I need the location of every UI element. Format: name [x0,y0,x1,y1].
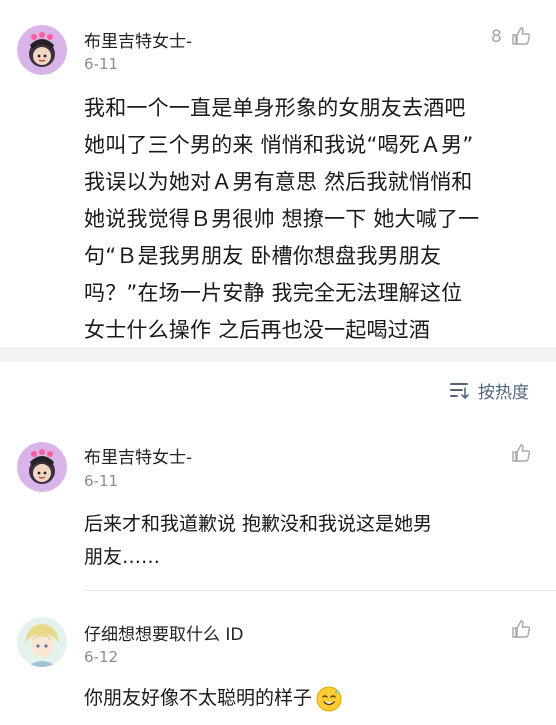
comment-avatar[interactable] [17,617,67,667]
avatar-image [17,25,67,75]
post-like-count[interactable]: 8 [491,27,502,47]
sort-by-hot-button[interactable]: 按热度 [448,376,529,404]
avatar-image [17,617,67,667]
sweat-smile-emoji-icon [316,686,342,711]
comment-body: 后来才和我道歉说 抱歉没和我说这是她男 朋友…… [84,513,433,568]
avatar-image [17,442,67,492]
comment-date: 6-11 [84,472,119,490]
comment-date: 6-12 [84,648,119,666]
comment-divider [84,590,556,591]
comment-text: 你朋友好像不太聪明的样子 [84,687,313,709]
avatar[interactable] [17,25,67,75]
thumbs-up-icon[interactable] [511,443,531,463]
main-post: 布里吉特女士- 6-11 8 我和一个一直是单身形象的女朋友去酒吧 她叫了三个男… [0,0,556,347]
comment-username[interactable]: 布里吉特女士- [84,443,192,468]
post-body: 我和一个一直是单身形象的女朋友去酒吧 她叫了三个男的来 悄悄和我说“喝死Ａ男” … [84,96,480,342]
post-username[interactable]: 布里吉特女士- [84,27,192,52]
section-divider [0,347,556,362]
thumbs-up-icon[interactable] [511,619,531,639]
comment-avatar[interactable] [17,442,67,492]
comment-username[interactable]: 仔细想想要取什么 ID [84,620,244,645]
sort-label: 按热度 [478,382,529,403]
thumbs-up-icon[interactable] [511,26,531,46]
comment-body: 你朋友好像不太聪明的样子 [84,682,534,715]
sort-icon [450,383,469,399]
post-date: 6-11 [84,55,119,73]
